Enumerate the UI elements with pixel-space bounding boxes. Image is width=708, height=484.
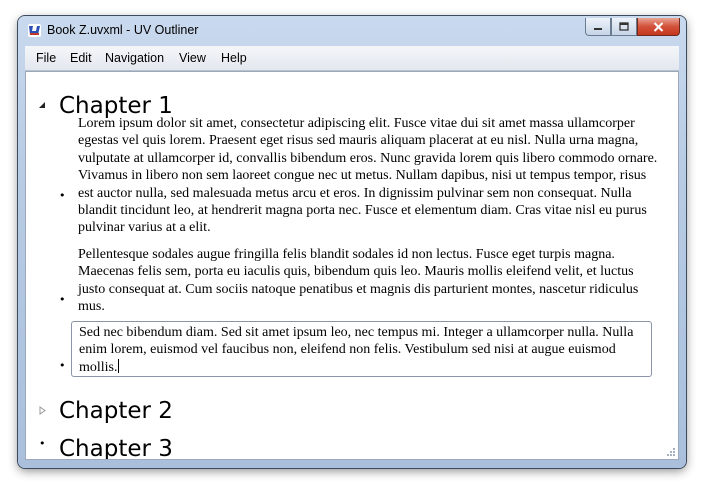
close-button[interactable] [637,18,680,36]
caption-buttons [585,18,680,36]
minimize-icon [594,27,602,30]
bullet-icon: • [59,293,66,306]
paragraph-3-text: Sed nec bibendum diam. Sed sit amet ipsu… [79,325,634,375]
minimize-button[interactable] [585,18,611,36]
text-caret [117,358,119,373]
app-window: Book Z.uvxml - UV Outliner File Edit Nav… [18,16,686,468]
menu-help[interactable]: Help [221,51,247,65]
bullet-icon: • [59,189,66,202]
window-title: Book Z.uvxml - UV Outliner [47,23,199,37]
menu-navigation[interactable]: Navigation [105,51,164,65]
menu-view[interactable]: View [179,51,206,65]
chapter-2-title[interactable]: Chapter 2 [59,400,173,423]
menu-file[interactable]: File [36,51,56,65]
bullet-icon: • [59,359,66,372]
outline-editor[interactable]: Chapter 1 • Lorem ipsum dolor sit amet, … [25,71,679,460]
chapter-3-title[interactable]: Chapter 3 [59,438,173,460]
bullet-icon: • [39,437,46,450]
maximize-button[interactable] [611,18,637,36]
paragraph-1[interactable]: Lorem ipsum dolor sit amet, consectetur … [78,115,658,237]
paragraph-2[interactable]: Pellentesque sodales augue fringilla fel… [78,246,658,316]
collapse-triangle-icon[interactable] [38,101,46,109]
paragraph-3-editing[interactable]: Sed nec bibendum diam. Sed sit amet ipsu… [71,321,652,377]
menu-edit[interactable]: Edit [70,51,92,65]
maximize-icon [619,22,629,31]
expand-triangle-icon[interactable] [39,406,46,415]
resize-grip-icon[interactable] [664,445,676,457]
close-icon [653,21,664,32]
title-bar[interactable]: Book Z.uvxml - UV Outliner [18,16,686,46]
menu-bar: File Edit Navigation View Help [25,46,679,71]
uv-outliner-icon [28,24,41,37]
